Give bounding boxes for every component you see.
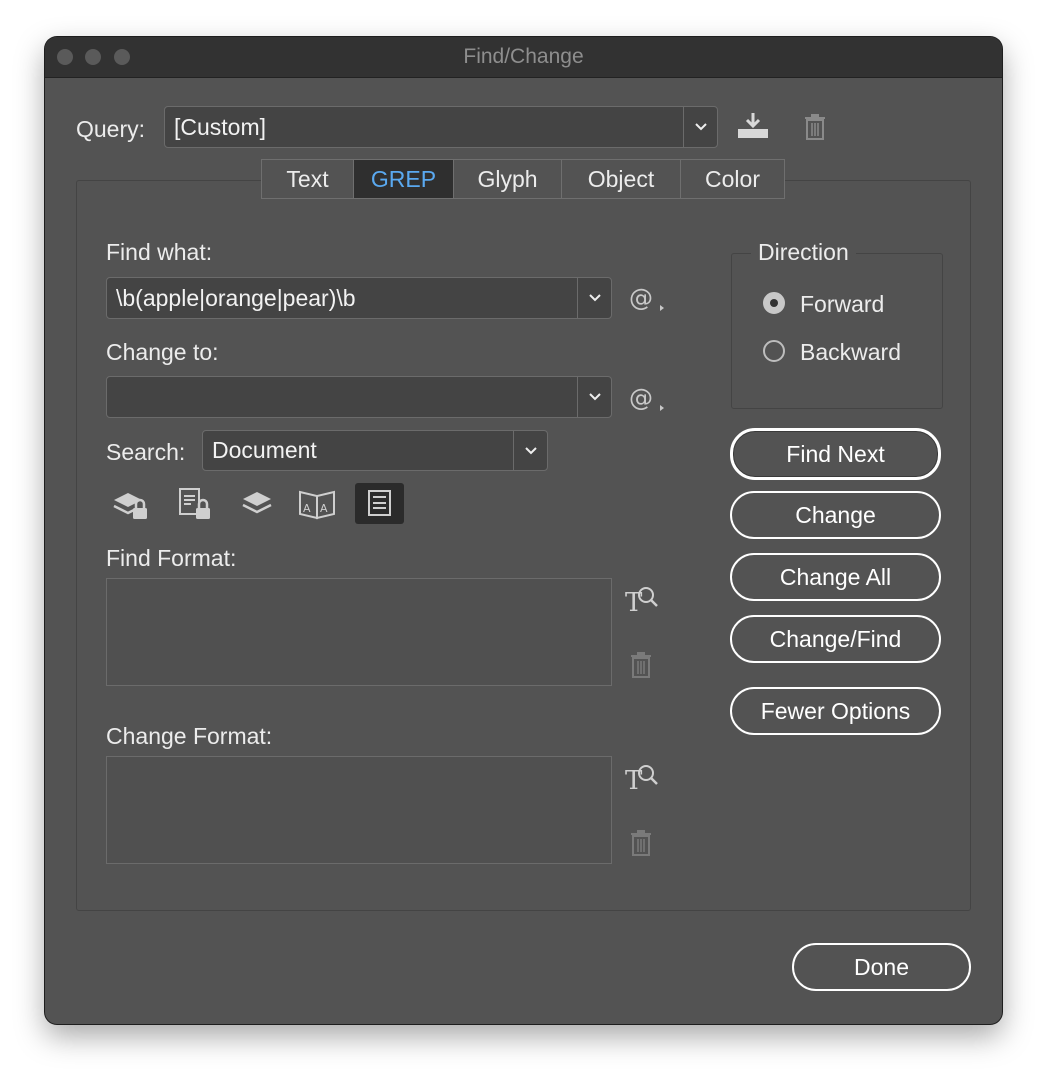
tab-text[interactable]: Text xyxy=(261,159,354,199)
tab-object[interactable]: Object xyxy=(561,159,681,199)
at-sign-menu-icon[interactable]: @ xyxy=(629,284,669,318)
backward-radio[interactable] xyxy=(763,340,785,362)
chevron-down-icon[interactable] xyxy=(577,377,611,417)
hidden-layers-icon[interactable] xyxy=(240,488,276,525)
find-what-field[interactable]: \b(apple|orange|pear)\b xyxy=(106,277,612,319)
chevron-down-icon[interactable] xyxy=(683,107,717,147)
change-find-button[interactable]: Change/Find xyxy=(730,615,941,663)
locked-layers-icon[interactable] xyxy=(112,488,152,527)
trash-icon[interactable] xyxy=(803,113,827,146)
change-button[interactable]: Change xyxy=(730,491,941,539)
find-what-value[interactable]: \b(apple|orange|pear)\b xyxy=(116,278,356,318)
direction-group xyxy=(731,253,943,409)
direction-label: Direction xyxy=(751,239,856,266)
fewer-options-button[interactable]: Fewer Options xyxy=(730,687,941,735)
query-value: [Custom] xyxy=(174,114,267,140)
trash-icon[interactable] xyxy=(629,829,653,862)
search-label: Search: xyxy=(106,439,186,465)
find-what-label: Find what: xyxy=(106,239,213,265)
forward-label[interactable]: Forward xyxy=(800,291,884,318)
tab-glyph[interactable]: Glyph xyxy=(453,159,562,199)
find-change-dialog: Find/Change Query: [Custom] Text GREP Gl… xyxy=(45,37,1002,1024)
svg-text:A: A xyxy=(320,502,328,515)
title-bar: Find/Change xyxy=(45,37,1002,78)
find-next-button[interactable]: Find Next xyxy=(730,428,941,480)
locked-stories-icon[interactable] xyxy=(177,486,215,527)
tab-grep[interactable]: GREP xyxy=(353,159,454,199)
master-pages-icon[interactable]: A A xyxy=(298,486,338,527)
svg-text:A: A xyxy=(303,502,311,515)
change-format-box[interactable] xyxy=(106,756,612,864)
chevron-down-icon[interactable] xyxy=(577,278,611,318)
svg-text:@: @ xyxy=(629,385,653,412)
svg-text:@: @ xyxy=(629,285,653,312)
change-format-label: Change Format: xyxy=(106,723,273,749)
window-title: Find/Change xyxy=(463,45,584,68)
at-sign-menu-icon[interactable]: @ xyxy=(629,384,669,418)
change-to-label: Change to: xyxy=(106,339,219,365)
change-to-field[interactable] xyxy=(106,376,612,418)
search-scope-dropdown[interactable]: Document xyxy=(202,430,548,471)
done-button[interactable]: Done xyxy=(792,943,971,991)
footnotes-icon[interactable] xyxy=(355,483,404,524)
format-magnifier-icon[interactable]: T xyxy=(625,583,661,620)
forward-radio[interactable] xyxy=(763,292,785,314)
tab-color[interactable]: Color xyxy=(680,159,785,199)
tab-bar: Text GREP Glyph Object Color xyxy=(261,159,785,199)
find-format-label: Find Format: xyxy=(106,545,237,571)
find-format-box[interactable] xyxy=(106,578,612,686)
change-all-button[interactable]: Change All xyxy=(730,553,941,601)
backward-label[interactable]: Backward xyxy=(800,339,901,366)
query-label: Query: xyxy=(76,116,146,142)
save-query-icon[interactable] xyxy=(736,111,770,146)
query-dropdown[interactable]: [Custom] xyxy=(164,106,718,148)
chevron-down-icon[interactable] xyxy=(513,431,547,470)
trash-icon[interactable] xyxy=(629,651,653,684)
format-magnifier-icon[interactable]: T xyxy=(625,761,661,798)
search-scope-value: Document xyxy=(212,437,317,463)
